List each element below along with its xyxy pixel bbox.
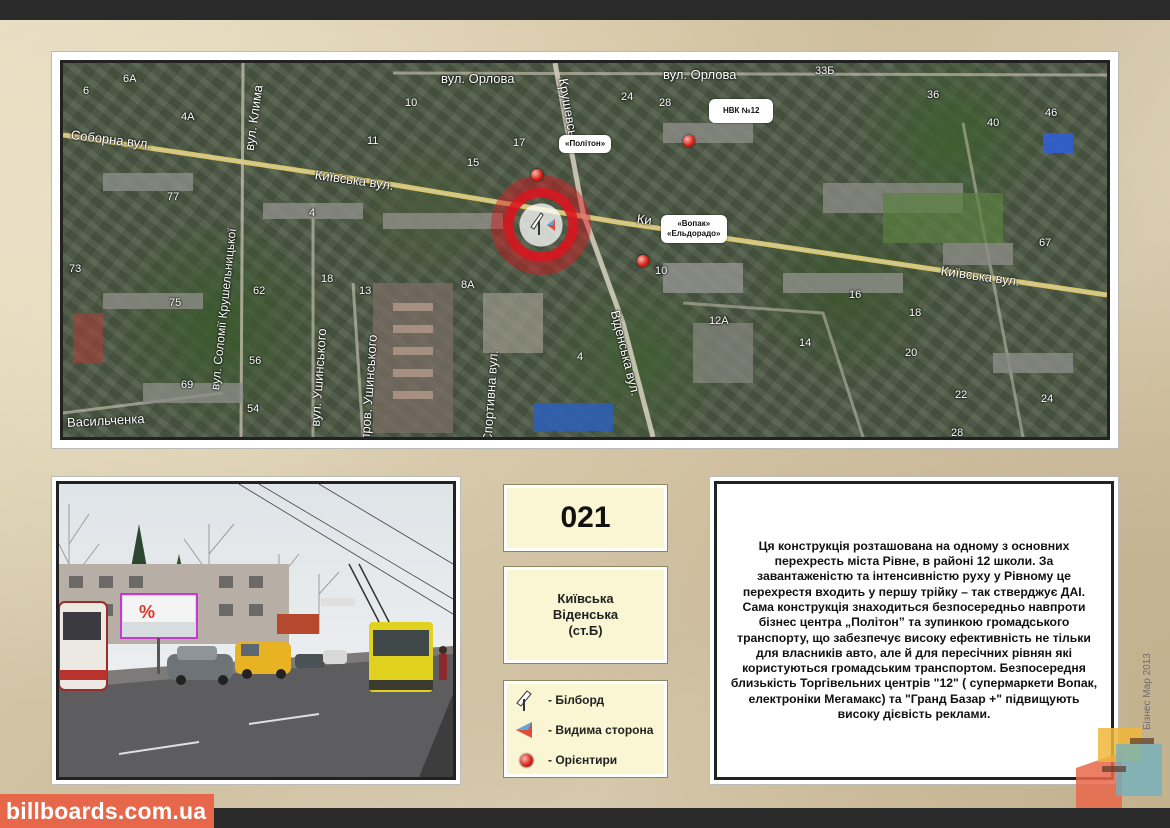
description-text: Ця конструкція розташована на одному з о… bbox=[730, 538, 1098, 721]
address-line-3: (ст.Б) bbox=[568, 623, 603, 638]
logo-caption: Бізнес Мар 2013 bbox=[1142, 653, 1153, 730]
house-number: 18 bbox=[321, 273, 334, 285]
street-photo-illustration: % bbox=[59, 484, 453, 777]
house-number: 6А bbox=[123, 73, 137, 85]
house-number: 46 bbox=[1045, 107, 1058, 119]
house-number: 28 bbox=[659, 97, 672, 109]
house-number: 4 bbox=[577, 351, 584, 363]
description-panel: Ця конструкція розташована на одному з о… bbox=[710, 477, 1118, 784]
house-number: 75 bbox=[169, 297, 182, 309]
board-code-box: 021 bbox=[503, 484, 668, 552]
address-box: Київська Віденська (ст.Б) bbox=[503, 566, 668, 664]
house-number: 6 bbox=[83, 85, 90, 97]
photo-panel: % bbox=[52, 477, 460, 784]
legend-row-billboard: - Білборд bbox=[514, 689, 604, 711]
legend-label: - Видима сторона bbox=[548, 723, 654, 737]
billboard-percent-text: % bbox=[139, 602, 155, 622]
house-number: 4 bbox=[309, 207, 316, 219]
house-number: 56 bbox=[249, 355, 262, 367]
landmark-polyton-marker[interactable] bbox=[531, 169, 543, 181]
house-number: 16 bbox=[849, 289, 862, 301]
house-number: 22 bbox=[955, 389, 968, 401]
billboard-icon bbox=[514, 689, 538, 711]
visible-side-icon bbox=[514, 719, 538, 741]
billboard-icon bbox=[530, 212, 555, 235]
house-number: 18 bbox=[909, 307, 922, 319]
callout-vopak-line1: «Вопак» bbox=[677, 219, 711, 228]
house-number: 40 bbox=[987, 117, 1000, 129]
house-number: 10 bbox=[405, 97, 418, 109]
street-label: вул. Орлова bbox=[663, 67, 737, 82]
house-number: 20 bbox=[905, 347, 918, 359]
landmark-icon bbox=[514, 749, 538, 771]
street-label: вул. Орлова bbox=[441, 71, 515, 86]
house-number: 73 bbox=[69, 263, 82, 275]
callout-vopak-line2: «Ельдорадо» bbox=[667, 229, 721, 238]
street-label: Ки bbox=[635, 211, 653, 228]
description-box: Ця конструкція розташована на одному з о… bbox=[714, 481, 1114, 780]
top-bar bbox=[0, 0, 1170, 20]
landmark-nvk-marker[interactable] bbox=[683, 135, 695, 147]
house-number: 4А bbox=[181, 111, 195, 123]
satellite-map[interactable]: вул. Орлова вул. Орлова Соборна вул. Киї… bbox=[60, 60, 1110, 440]
house-number: 11 bbox=[367, 135, 379, 147]
callout-nvk: НВК №12 bbox=[709, 99, 774, 123]
landmark-vopak-marker[interactable] bbox=[637, 255, 649, 267]
address-line-2: Віденська bbox=[552, 607, 619, 622]
legend-label: - Білборд bbox=[548, 693, 605, 707]
house-number: 36 bbox=[927, 89, 940, 101]
callout-vopak: «Вопак» «Ельдорадо» bbox=[661, 215, 727, 243]
house-number: 13 bbox=[359, 285, 372, 297]
house-number: 8А bbox=[461, 279, 475, 291]
house-number: 33Б bbox=[815, 65, 835, 77]
house-number: 28 bbox=[951, 427, 964, 439]
house-number: 69 bbox=[181, 379, 194, 391]
legend-row-landmark: - Орієнтири bbox=[514, 749, 617, 771]
board-code: 021 bbox=[560, 501, 611, 534]
house-number: 77 bbox=[167, 191, 180, 203]
house-number: 17 bbox=[513, 137, 526, 149]
brand-bar[interactable]: billboards.com.ua bbox=[0, 794, 214, 828]
legend-label: - Орієнтири bbox=[548, 753, 618, 767]
brand-link[interactable]: billboards.com.ua bbox=[6, 798, 206, 825]
company-logo-icon bbox=[1076, 728, 1162, 808]
house-number: 67 bbox=[1039, 237, 1052, 249]
house-number: 12А bbox=[709, 315, 729, 327]
street-photo: % bbox=[56, 481, 456, 780]
house-number: 24 bbox=[1041, 393, 1054, 405]
house-number: 62 bbox=[253, 285, 266, 297]
address-line-1: Київська bbox=[557, 591, 614, 606]
house-number: 54 bbox=[247, 403, 260, 415]
legend-row-visible-side: - Видима сторона bbox=[514, 719, 653, 741]
legend-box: - Білборд - Видима сторона - Орієнтири bbox=[503, 680, 668, 778]
house-number: 14 bbox=[799, 337, 812, 349]
house-number: 10 bbox=[655, 265, 668, 277]
house-number: 15 bbox=[467, 157, 480, 169]
map-panel: вул. Орлова вул. Орлова Соборна вул. Киї… bbox=[52, 52, 1118, 448]
callout-polyton: «Політон» bbox=[559, 135, 612, 153]
house-number: 24 bbox=[621, 91, 634, 103]
